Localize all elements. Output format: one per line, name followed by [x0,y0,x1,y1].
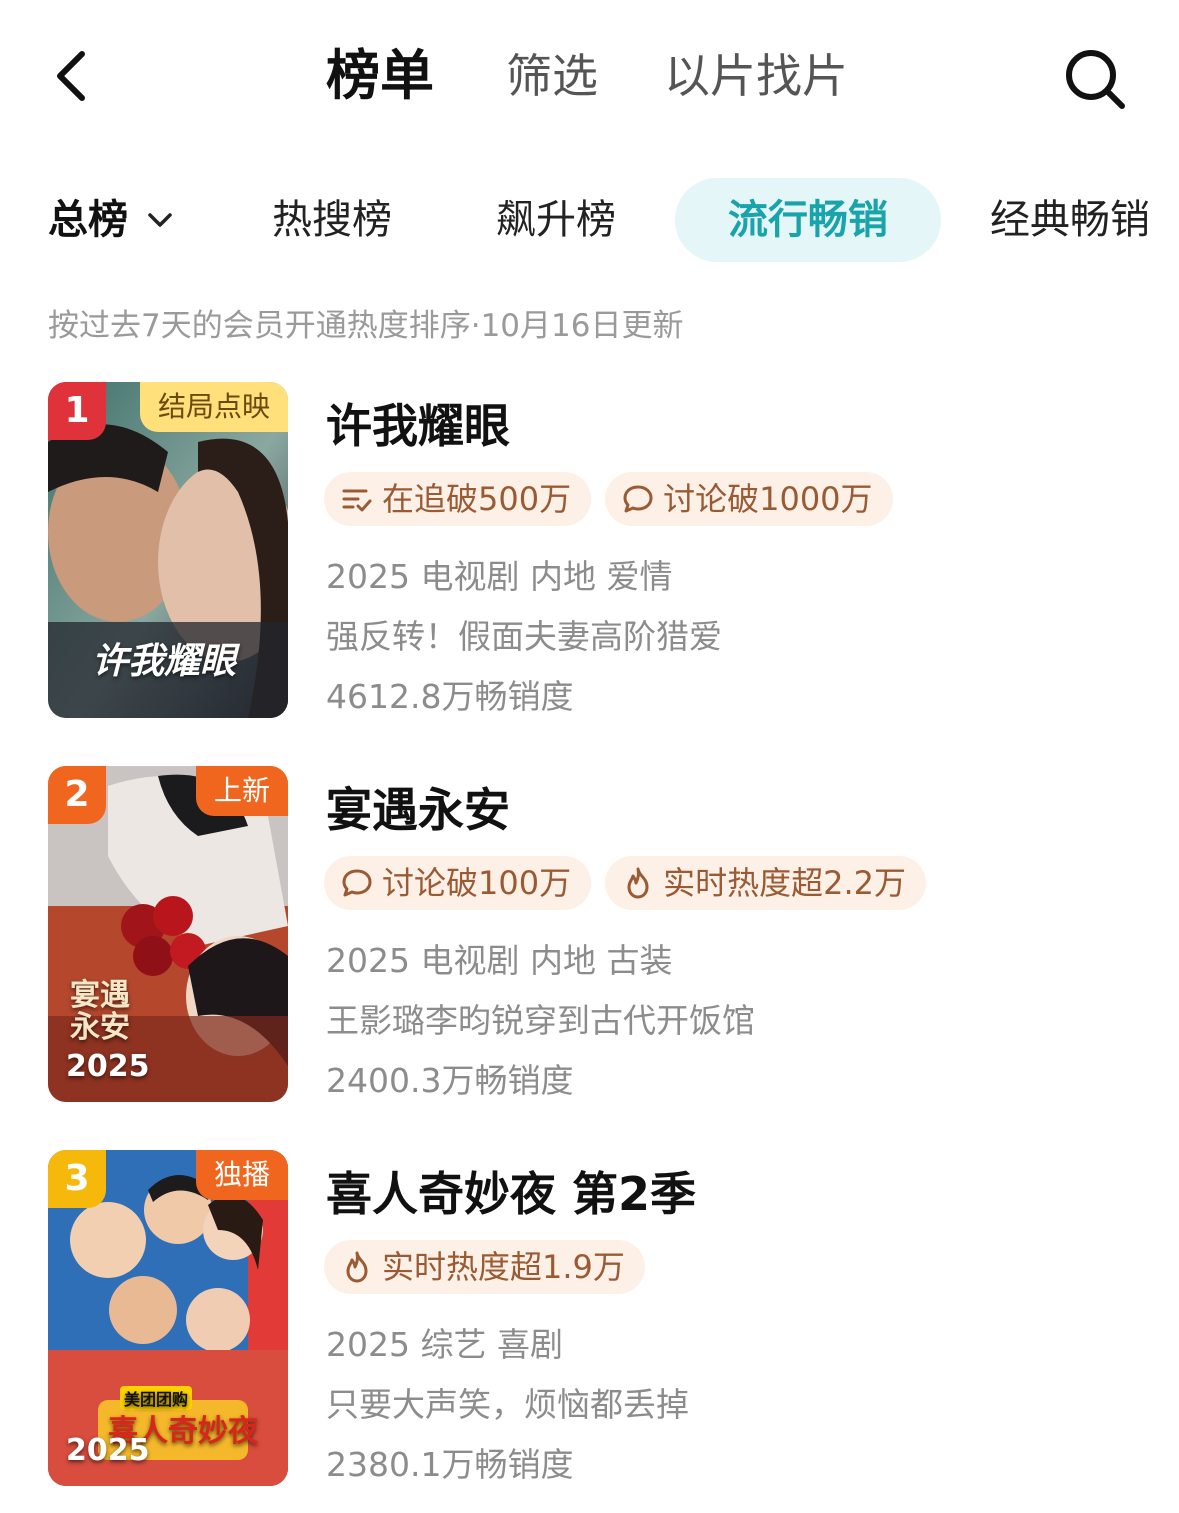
search-icon[interactable] [1060,44,1130,114]
poster-year: 2025 [66,1049,150,1084]
discussion-badge: 讨论破100万 [324,856,592,910]
poster-image[interactable]: 宴遇永安 2025 2 上新 [48,766,288,1102]
badge-text: 实时热度超1.9万 [382,1248,625,1286]
item-sales: 4612.8万畅销度 [326,677,574,716]
item-description: 只要大声笑，烦恼都丢掉 [326,1385,689,1424]
list-item[interactable]: 宴遇永安 2025 2 上新 宴遇永安 讨论破100万 实时热度超2.2万 20… [0,766,1179,1102]
poster-image[interactable]: 美团团购 喜人奇妙夜 2025 3 独播 [48,1150,288,1486]
heat-badge: 实时热度超2.2万 [605,856,926,910]
item-title[interactable]: 喜人奇妙夜 第2季 [326,1158,696,1224]
badge-row: 在追破500万 讨论破1000万 [324,472,893,526]
following-badge: 在追破500万 [324,472,592,526]
tab-rankings[interactable]: 榜单 [326,44,434,108]
tab-find-by-title[interactable]: 以片找片 [664,44,848,108]
poster-title-art: 许我耀眼 [92,640,237,682]
category-hot-search[interactable]: 热搜榜 [272,178,392,262]
heat-badge: 实时热度超1.9万 [324,1240,645,1294]
item-description: 王影璐李昀锐穿到古代开饭馆 [326,1001,755,1040]
chat-bubble-icon [342,869,372,897]
list-item[interactable]: 美团团购 喜人奇妙夜 2025 3 独播 喜人奇妙夜 第2季 实时热度超1.9万… [0,1150,1179,1486]
category-classic-selling[interactable]: 经典畅销 [990,178,1150,262]
rank-badge: 3 [48,1150,106,1208]
badge-row: 讨论破100万 实时热度超2.2万 [324,856,926,910]
category-rising[interactable]: 飙升榜 [496,178,616,262]
poster-title-art: 宴遇永安 [70,978,130,1045]
poster-image[interactable]: 许我耀眼 1 结局点映 [48,382,288,718]
ranking-description: 按过去7天的会员开通热度排序·10月16日更新 [48,308,684,344]
status-tag: 结局点映 [139,382,288,432]
tab-filter[interactable]: 筛选 [506,44,598,108]
item-description: 强反转！假面夫妻高阶猎爱 [326,617,722,656]
back-icon[interactable] [44,44,104,108]
flame-icon [346,1251,368,1283]
badge-text: 实时热度超2.2万 [663,864,906,902]
item-info: 2025 综艺 喜剧 [326,1325,563,1364]
category-label: 总榜 [48,197,128,243]
item-title[interactable]: 宴遇永安 [326,774,510,840]
top-nav-bar: 榜单 筛选 以片找片 [0,0,1179,150]
item-info: 2025 电视剧 内地 爱情 [326,557,673,596]
status-tag: 独播 [195,1150,288,1200]
item-info: 2025 电视剧 内地 古装 [326,941,673,980]
badge-text: 讨论破100万 [382,864,572,902]
rank-badge: 2 [48,766,106,824]
badge-row: 实时热度超1.9万 [324,1240,645,1294]
category-popular-selling[interactable]: 流行畅销 [675,178,941,262]
badge-text: 在追破500万 [382,480,572,518]
flame-icon [627,867,649,899]
badge-text: 讨论破1000万 [663,480,873,518]
poster-year: 2025 [66,1433,150,1468]
rank-badge: 1 [48,382,106,440]
item-title[interactable]: 许我耀眼 [326,390,510,456]
list-check-icon [342,489,372,512]
chat-bubble-icon [623,485,653,513]
item-sales: 2400.3万畅销度 [326,1061,574,1100]
status-tag: 上新 [195,766,288,816]
chevron-down-icon [148,213,172,227]
discussion-badge: 讨论破1000万 [605,472,893,526]
list-item[interactable]: 许我耀眼 1 结局点映 许我耀眼 在追破500万 讨论破1000万 2025 电… [0,382,1179,718]
category-overall-dropdown[interactable]: 总榜 [48,178,178,262]
item-sales: 2380.1万畅销度 [326,1445,574,1484]
